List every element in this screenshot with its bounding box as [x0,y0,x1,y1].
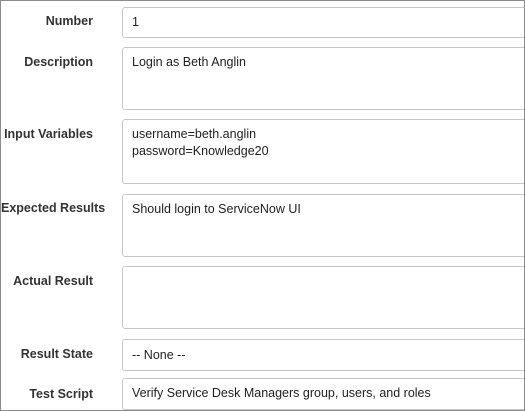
number-label: Number [45,14,93,28]
description-label: Description [24,55,93,69]
actual-result-label: Actual Result [13,274,93,288]
expected-results-label: Expected Results [1,201,106,215]
result-state-select[interactable]: -- None -- [122,339,524,371]
record-form: Number 1 Description Login as Beth Angli… [0,0,525,411]
description-field[interactable]: Login as Beth Anglin [122,47,524,110]
expected-results-field[interactable]: Should login to ServiceNow UI [122,194,524,257]
test-script-label: Test Script [29,387,93,401]
actual-result-field[interactable] [122,266,524,329]
number-field[interactable]: 1 [122,7,524,38]
test-script-field[interactable]: Verify Service Desk Managers group, user… [122,378,524,410]
result-state-label: Result State [20,347,93,361]
input-variables-label: Input Variables [4,127,93,141]
input-variables-field[interactable]: username=beth.anglin password=Knowledge2… [122,119,524,184]
